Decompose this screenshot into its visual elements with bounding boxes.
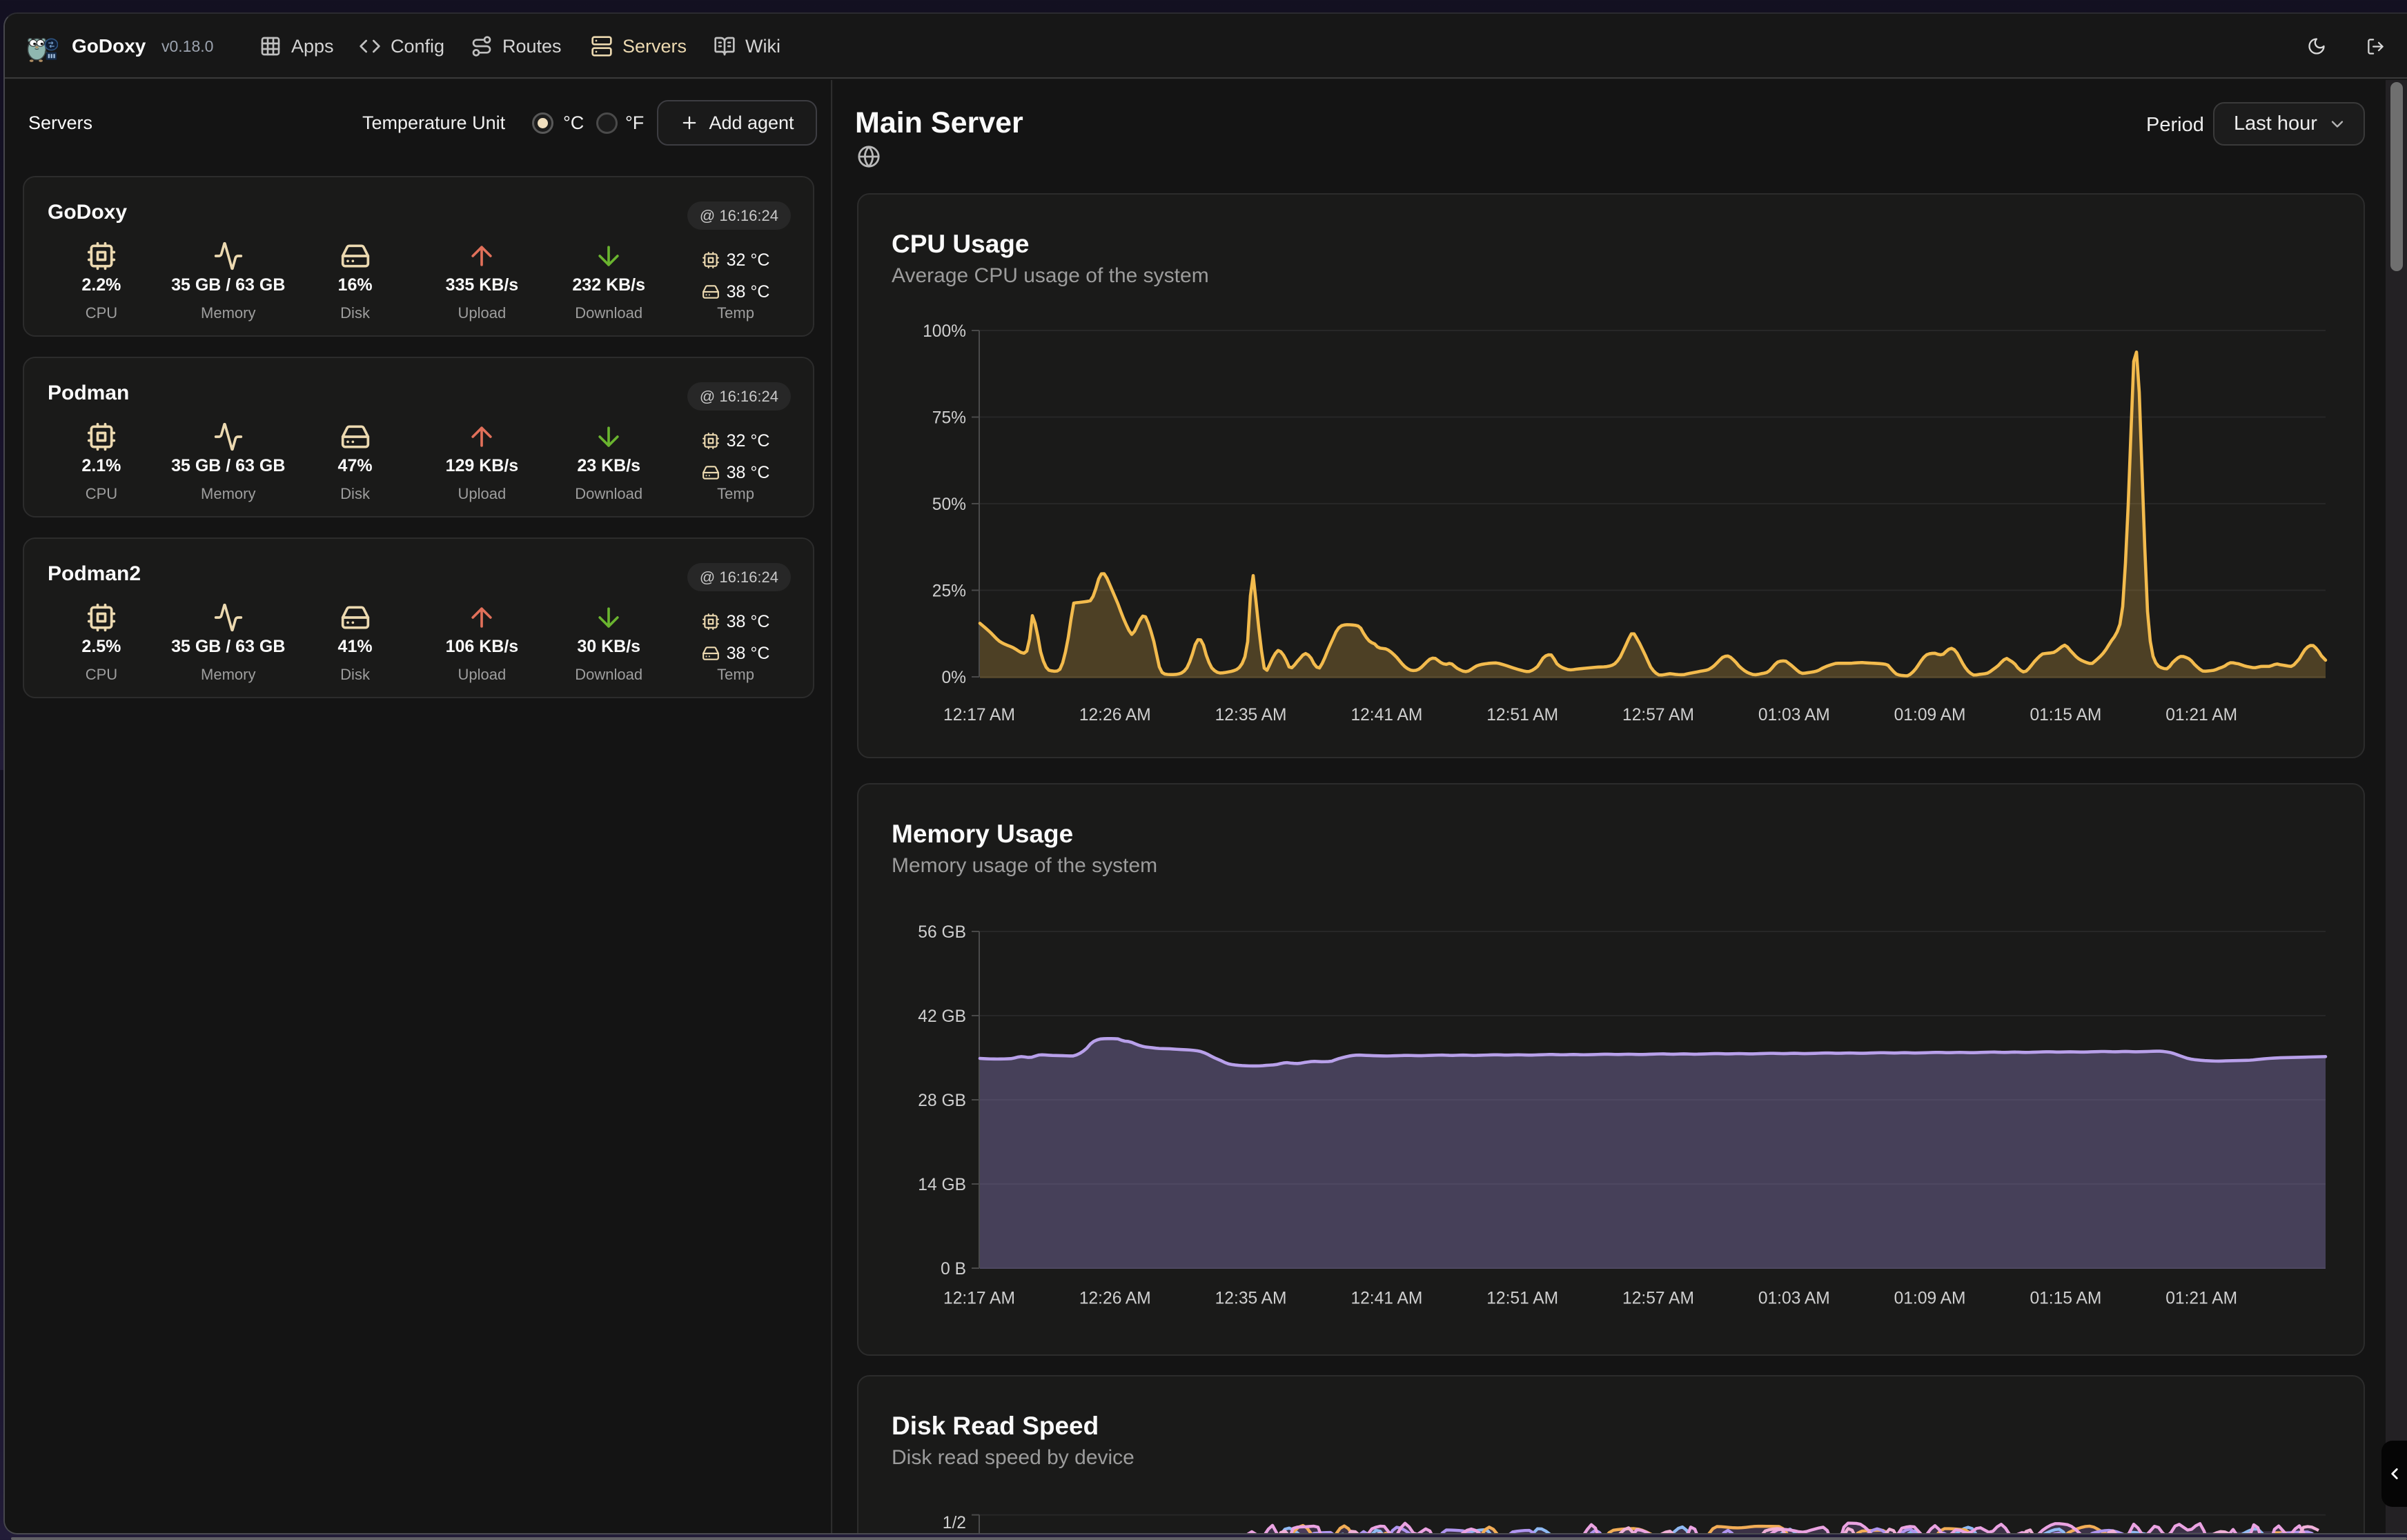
svg-text:0%: 0% [941,669,966,687]
svg-text:01:03 AM: 01:03 AM [1758,1289,1830,1307]
svg-text:12:17 AM: 12:17 AM [943,706,1015,724]
svg-text:01:15 AM: 01:15 AM [2030,706,2101,724]
svg-text:12:51 AM: 12:51 AM [1486,1289,1558,1307]
svg-text:100%: 100% [923,322,966,341]
svg-text:14 GB: 14 GB [918,1176,966,1194]
svg-text:01:21 AM: 01:21 AM [2165,1289,2237,1307]
svg-text:12:26 AM: 12:26 AM [1079,706,1151,724]
svg-text:12:41 AM: 12:41 AM [1350,1289,1422,1307]
svg-text:42 GB: 42 GB [918,1007,966,1026]
svg-text:12:26 AM: 12:26 AM [1079,1289,1151,1307]
svg-text:1/2: 1/2 [943,1514,966,1532]
svg-text:50%: 50% [932,495,966,514]
svg-text:12:35 AM: 12:35 AM [1215,706,1287,724]
svg-text:12:57 AM: 12:57 AM [1622,706,1694,724]
svg-text:12:51 AM: 12:51 AM [1486,706,1558,724]
svg-text:25%: 25% [932,582,966,600]
svg-text:01:21 AM: 01:21 AM [2165,706,2237,724]
svg-text:12:57 AM: 12:57 AM [1622,1289,1694,1307]
svg-text:01:09 AM: 01:09 AM [1894,706,1966,724]
svg-text:12:35 AM: 12:35 AM [1215,1289,1287,1307]
svg-text:01:09 AM: 01:09 AM [1894,1289,1966,1307]
svg-text:01:15 AM: 01:15 AM [2030,1289,2101,1307]
svg-text:12:41 AM: 12:41 AM [1350,706,1422,724]
svg-text:MB/s: MB/s [927,1531,966,1534]
svg-text:28 GB: 28 GB [918,1092,966,1110]
svg-text:0 B: 0 B [941,1260,966,1279]
svg-text:75%: 75% [932,408,966,427]
svg-text:12:17 AM: 12:17 AM [943,1289,1015,1307]
svg-text:56 GB: 56 GB [918,923,966,942]
svg-text:01:03 AM: 01:03 AM [1758,706,1830,724]
